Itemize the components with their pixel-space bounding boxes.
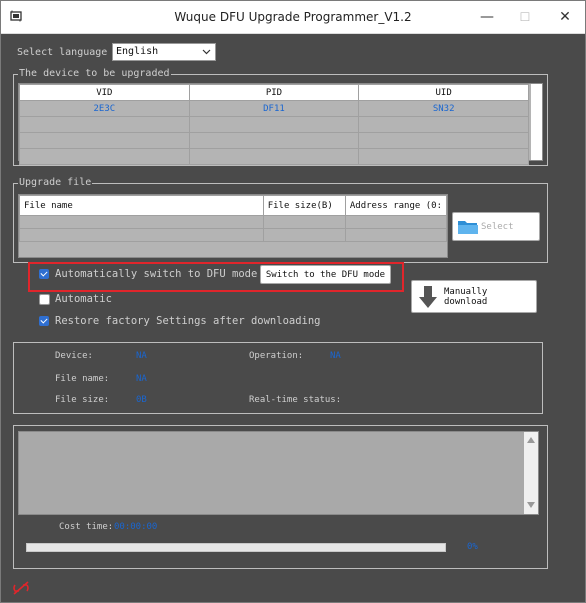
device-table: VID PID UID 2E3C DF11 SN32 [19, 84, 529, 165]
upgrade-file-group: Upgrade file File name File size(B) Addr… [13, 177, 548, 263]
cost-time-value: 00:00:00 [114, 522, 158, 532]
down-arrow-icon [418, 285, 438, 309]
upgrade-file-legend: Upgrade file [18, 177, 93, 189]
status-panel: Device: NA Operation: NA File name: NA F… [13, 342, 543, 414]
minimize-button[interactable]: — [467, 1, 507, 33]
progress-percent: 0% [467, 542, 478, 552]
cell-pid: DF11 [188, 100, 360, 117]
file-size-status-value: 0B [136, 395, 147, 405]
file-name-status-label: File name: [55, 374, 110, 384]
progress-bar [26, 543, 446, 552]
select-label: Select [481, 221, 514, 232]
maximize-button[interactable]: ☐ [505, 1, 545, 33]
table-row[interactable]: 2E3C DF11 SN32 [19, 100, 529, 117]
language-value: English [116, 46, 159, 57]
realtime-status-label: Real-time status: [249, 395, 342, 405]
table-row[interactable] [19, 132, 529, 149]
cost-time-label: Cost time: [59, 522, 114, 532]
scroll-down-icon[interactable] [527, 500, 535, 511]
log-panel: Cost time: 00:00:00 0% [13, 425, 548, 569]
auto-switch-checkbox[interactable] [39, 269, 49, 279]
cell-uid: SN32 [358, 100, 529, 117]
language-select[interactable]: English [112, 43, 216, 61]
device-table-scrollbar[interactable] [531, 84, 542, 160]
device-group: The device to be upgraded VID PID UID 2E… [13, 68, 548, 166]
column-header-address-range: Address range (0: [344, 195, 448, 216]
select-file-button[interactable]: Select [452, 212, 540, 241]
manual-download-button[interactable]: Manually download [411, 280, 537, 313]
scroll-up-icon[interactable] [527, 435, 535, 446]
device-group-legend: The device to be upgraded [18, 68, 171, 80]
restore-factory-label: Restore factory Settings after downloadi… [55, 315, 321, 327]
folder-icon [457, 218, 479, 236]
automatic-label: Automatic [55, 293, 112, 305]
manual-download-label: Manually download [444, 286, 488, 307]
title-bar: Wuque DFU Upgrade Programmer_V1.2 — ☐ ✕ [1, 1, 585, 34]
auto-switch-label: Automatically switch to DFU mode [55, 268, 258, 280]
close-button[interactable]: ✕ [545, 1, 585, 33]
device-table-frame: VID PID UID 2E3C DF11 SN32 [18, 83, 543, 165]
column-header-file-size: File size(B) [262, 195, 346, 216]
column-header-file-name: File name [19, 195, 264, 216]
column-header-pid: PID [188, 84, 360, 101]
file-size-status-label: File size: [55, 395, 110, 405]
table-row[interactable] [19, 228, 448, 242]
column-header-uid: UID [358, 84, 529, 101]
restore-factory-checkbox[interactable] [39, 316, 49, 326]
device-status-value: NA [136, 351, 147, 361]
table-row[interactable] [19, 215, 448, 229]
table-row[interactable] [19, 116, 529, 133]
table-row[interactable] [19, 148, 529, 165]
automatic-checkbox[interactable] [39, 294, 50, 305]
log-scrollbar[interactable] [524, 432, 538, 514]
file-table: File name File size(B) Address range (0: [19, 195, 448, 242]
device-status-label: Device: [55, 351, 93, 361]
file-table-frame: File name File size(B) Address range (0: [18, 194, 448, 258]
log-textarea[interactable] [18, 431, 539, 515]
operation-status-label: Operation: [249, 351, 304, 361]
chevron-down-icon [202, 47, 211, 59]
cell-vid: 2E3C [19, 100, 190, 117]
main-window: Wuque DFU Upgrade Programmer_V1.2 — ☐ ✕ … [0, 0, 586, 603]
file-name-status-value: NA [136, 374, 147, 384]
link-off-icon [12, 581, 30, 598]
column-header-vid: VID [19, 84, 190, 101]
language-label: Select language [17, 47, 108, 58]
switch-dfu-mode-button[interactable]: Switch to the DFU mode [260, 265, 391, 284]
operation-status-value: NA [330, 351, 341, 361]
